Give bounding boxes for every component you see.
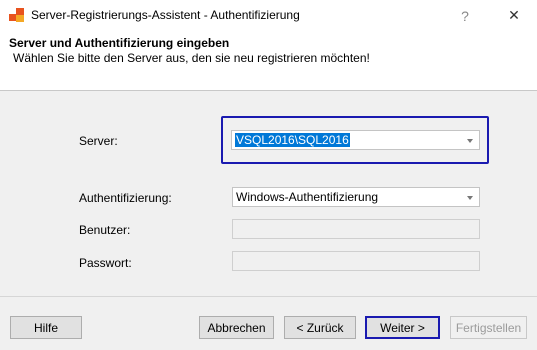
footer-divider (0, 296, 537, 297)
cancel-button[interactable]: Abbrechen (199, 316, 274, 339)
user-field[interactable] (232, 219, 480, 239)
finish-button[interactable]: Fertigstellen (450, 316, 527, 339)
password-field[interactable] (232, 251, 480, 271)
back-button[interactable]: < Zurück (284, 316, 356, 339)
close-icon[interactable]: ✕ (491, 0, 537, 31)
password-label: Passwort: (79, 256, 132, 270)
help-button[interactable]: Hilfe (10, 316, 82, 339)
header-subtitle: Wählen Sie bitte den Server aus, den sie… (13, 51, 370, 65)
server-combobox[interactable]: VSQL2016\SQL2016 (231, 130, 480, 150)
title-bar: Server-Registrierungs-Assistent - Authen… (0, 0, 537, 31)
user-label: Benutzer: (79, 223, 131, 237)
authentication-value: Windows-Authentifizierung (236, 190, 379, 204)
next-button[interactable]: Weiter > (365, 316, 440, 339)
server-value: VSQL2016\SQL2016 (235, 133, 350, 147)
help-icon[interactable]: ? (442, 0, 488, 31)
authentication-label: Authentifizierung: (79, 191, 172, 205)
server-label: Server: (79, 134, 118, 148)
authentication-combobox[interactable]: Windows-Authentifizierung (232, 187, 480, 207)
wizard-header: Server und Authentifizierung eingeben Wä… (0, 31, 537, 91)
chevron-down-icon[interactable] (467, 196, 473, 200)
header-title: Server und Authentifizierung eingeben (9, 36, 230, 50)
chevron-down-icon[interactable] (467, 139, 473, 143)
app-icon (9, 8, 24, 22)
window-title: Server-Registrierungs-Assistent - Authen… (31, 8, 300, 22)
